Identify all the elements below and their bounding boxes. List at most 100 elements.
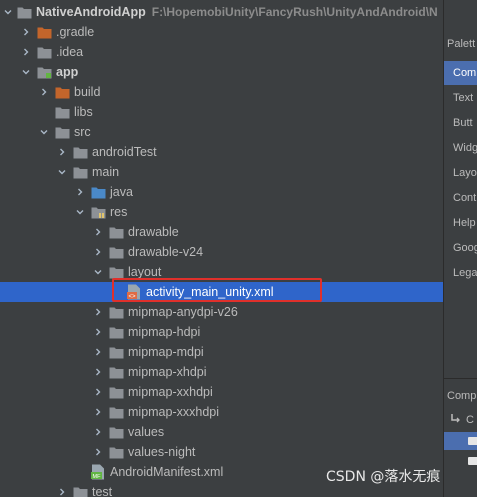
tree-row-label: AndroidManifest.xml: [110, 465, 224, 479]
tree-row-mipmap-mdpi[interactable]: mipmap-mdpi: [0, 342, 443, 362]
tree-row-mipmap-xhdpi[interactable]: mipmap-xhdpi: [0, 362, 443, 382]
chevron-right-icon[interactable]: [92, 422, 104, 442]
tree-row-label: androidTest: [92, 145, 157, 159]
chevron-right-icon[interactable]: [56, 482, 68, 497]
tree-row-mipmap-anydpi-v26[interactable]: mipmap-anydpi-v26: [0, 302, 443, 322]
component-icon: [468, 457, 477, 465]
chevron-down-icon[interactable]: [2, 2, 14, 22]
tree-row-root[interactable]: NativeAndroidApp F:\HopemobiUnity\FancyRu…: [0, 2, 443, 22]
tree-row-label: layout: [128, 265, 162, 279]
tree-row-label: mipmap-anydpi-v26: [128, 305, 238, 319]
tree-row-label: mipmap-xxxhdpi: [128, 405, 220, 419]
chevron-down-icon[interactable]: [38, 122, 50, 142]
tree-row-label: test: [92, 485, 113, 497]
tree-row-values[interactable]: values: [0, 422, 443, 442]
folder-icon: [108, 322, 124, 342]
tree-row-androidtest[interactable]: androidTest: [0, 142, 443, 162]
highlight-box: [112, 278, 322, 302]
tree-row-label: libs: [74, 105, 93, 119]
palette-category[interactable]: Goog: [444, 236, 477, 260]
chevron-down-icon[interactable]: [56, 162, 68, 182]
palette-category[interactable]: Widg: [444, 136, 477, 160]
tree-row-java[interactable]: java: [0, 182, 443, 202]
folder-icon: [108, 222, 124, 242]
palette-category[interactable]: Butt: [444, 111, 477, 135]
project-path: F:\HopemobiUnity\FancyRush\UnityAndAndro…: [151, 5, 438, 19]
tree-row-drawable[interactable]: drawable: [0, 222, 443, 242]
tree-row-label: mipmap-xhdpi: [128, 365, 207, 379]
chevron-right-icon[interactable]: [92, 302, 104, 322]
chevron-down-icon[interactable]: [92, 262, 104, 282]
folder-icon: [36, 42, 52, 62]
tree-row-label: src: [74, 125, 91, 139]
chevron-right-icon[interactable]: [92, 322, 104, 342]
component-tree-root[interactable]: C: [450, 414, 474, 426]
chevron-right-icon[interactable]: [92, 242, 104, 262]
tree-row-build[interactable]: build: [0, 82, 443, 102]
folder-icon: [36, 62, 52, 82]
folder-icon: [108, 382, 124, 402]
tree-row-label: build: [74, 85, 101, 99]
chevron-right-icon[interactable]: [38, 82, 50, 102]
chevron-right-icon[interactable]: [92, 382, 104, 402]
tree-row-gradle[interactable]: .gradle: [0, 22, 443, 42]
tree-row-mipmap-xxxhdpi[interactable]: mipmap-xxxhdpi: [0, 402, 443, 422]
folder-icon: [90, 182, 106, 202]
folder-icon: [72, 482, 88, 497]
tree-row-label: values-night: [128, 445, 196, 459]
folder-icon: [108, 302, 124, 322]
tree-row-src[interactable]: src: [0, 122, 443, 142]
tree-row-label: drawable-v24: [128, 245, 204, 259]
folder-icon: [108, 362, 124, 382]
chevron-right-icon[interactable]: [92, 442, 104, 462]
tree-row-app[interactable]: app: [0, 62, 443, 82]
tree-row-label: res: [110, 205, 128, 219]
chevron-right-icon[interactable]: [92, 362, 104, 382]
folder-icon: [54, 82, 70, 102]
palette-category[interactable]: Com: [444, 61, 477, 85]
project-tree-panel: NativeAndroidApp F:\HopemobiUnity\FancyRu…: [0, 0, 443, 497]
component-icon: [468, 437, 477, 445]
tree-row-mipmap-hdpi[interactable]: mipmap-hdpi: [0, 322, 443, 342]
tree-row-values-night[interactable]: values-night: [0, 442, 443, 462]
component-tree-title: Comp: [447, 390, 477, 402]
tree-row-label: drawable: [128, 225, 179, 239]
tree-row-label: .gradle: [56, 25, 95, 39]
tree-row-label: main: [92, 165, 120, 179]
folder-icon: [72, 162, 88, 182]
tree-row-label: mipmap-mdpi: [128, 345, 204, 359]
component-tree-root-label: C: [466, 414, 474, 426]
folder-icon: [108, 422, 124, 442]
chevron-right-icon[interactable]: [74, 182, 86, 202]
chevron-right-icon[interactable]: [92, 222, 104, 242]
chevron-right-icon[interactable]: [92, 402, 104, 422]
tree-branch-icon: [451, 414, 460, 423]
tree-row-idea[interactable]: .idea: [0, 42, 443, 62]
palette-title: Palett: [447, 38, 476, 50]
tree-row-res[interactable]: res: [0, 202, 443, 222]
folder-icon: [108, 442, 124, 462]
tree-row-label: .idea: [56, 45, 84, 59]
tree-row-mipmap-xxhdpi[interactable]: mipmap-xxhdpi: [0, 382, 443, 402]
palette-category[interactable]: Layo: [444, 161, 477, 185]
folder-icon: [54, 102, 70, 122]
chevron-right-icon[interactable]: [56, 142, 68, 162]
tree-row-drawable-v24[interactable]: drawable-v24: [0, 242, 443, 262]
chevron-down-icon[interactable]: [20, 62, 32, 82]
tree-row-label: mipmap-xxhdpi: [128, 385, 213, 399]
chevron-right-icon[interactable]: [92, 342, 104, 362]
tree-row-main[interactable]: main: [0, 162, 443, 182]
folder-icon: [90, 202, 106, 222]
chevron-right-icon[interactable]: [20, 42, 32, 62]
chevron-down-icon[interactable]: [74, 202, 86, 222]
tree-row-label: app: [56, 65, 79, 79]
tree-row-label: values: [128, 425, 165, 439]
palette-category[interactable]: Cont: [444, 186, 477, 210]
folder-icon: [54, 122, 70, 142]
palette-category[interactable]: Lega: [444, 261, 477, 285]
palette-category[interactable]: Text: [444, 86, 477, 110]
palette-category[interactable]: Help: [444, 211, 477, 235]
chevron-right-icon[interactable]: [20, 22, 32, 42]
tree-row-libs[interactable]: libs: [0, 102, 443, 122]
folder-icon: [108, 402, 124, 422]
